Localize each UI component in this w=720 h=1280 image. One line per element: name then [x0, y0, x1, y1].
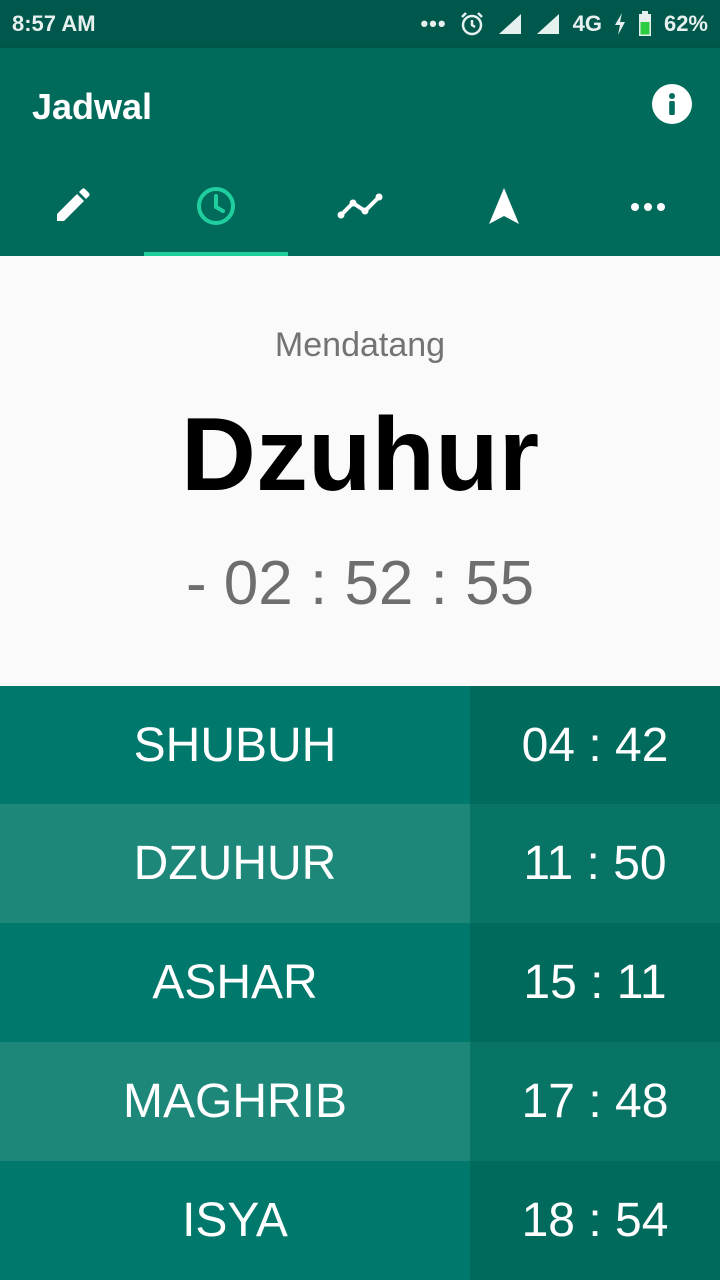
tab-edit[interactable] — [0, 160, 144, 256]
upcoming-prayer-panel: Mendatang Dzuhur - 02 : 52 : 55 — [0, 256, 720, 686]
status-icons: ••• 4G 62% — [420, 11, 708, 37]
tab-more[interactable] — [576, 160, 720, 256]
upcoming-label: Mendatang — [274, 326, 446, 364]
schedule-row-ashar: ASHAR 15 : 11 — [0, 923, 720, 1042]
prayer-name: SHUBUH — [0, 686, 470, 804]
clock-icon — [194, 184, 238, 233]
network-type: 4G — [572, 11, 602, 36]
prayer-time: 15 : 11 — [470, 923, 720, 1042]
pencil-icon — [52, 186, 92, 231]
prayer-schedule-list: SHUBUH 04 : 42 DZUHUR 11 : 50 ASHAR 15 :… — [0, 686, 720, 1280]
prayer-name: ASHAR — [0, 923, 470, 1042]
schedule-row-maghrib: MAGHRIB 17 : 48 — [0, 1042, 720, 1161]
charging-icon — [614, 13, 626, 35]
schedule-row-dzuhur: DZUHUR 11 : 50 — [0, 804, 720, 923]
more-horiz-icon — [630, 199, 666, 217]
prayer-name: MAGHRIB — [0, 1042, 470, 1161]
tab-bar — [0, 160, 720, 256]
signal-icon — [497, 12, 523, 36]
schedule-row-isya: ISYA 18 : 54 — [0, 1161, 720, 1280]
prayer-time: 11 : 50 — [470, 804, 720, 923]
tab-direction[interactable] — [432, 160, 576, 256]
prayer-name: ISYA — [0, 1161, 470, 1280]
upcoming-prayer-name: Dzuhur — [180, 397, 540, 513]
navigation-arrow-icon — [486, 186, 522, 231]
alarm-icon — [459, 11, 485, 37]
page-title: Jadwal — [32, 86, 153, 127]
prayer-time: 18 : 54 — [470, 1161, 720, 1280]
tab-chart[interactable] — [288, 160, 432, 256]
battery-icon — [638, 11, 652, 37]
info-icon[interactable] — [652, 84, 692, 124]
countdown-timer: - 02 : 52 : 55 — [185, 549, 535, 618]
signal-icon — [535, 12, 561, 36]
prayer-time: 17 : 48 — [470, 1042, 720, 1161]
status-bar: 8:57 AM ••• 4G 62% — [0, 0, 720, 48]
status-time: 8:57 AM — [12, 11, 96, 36]
schedule-row-shubuh: SHUBUH 04 : 42 — [0, 686, 720, 804]
tab-schedule[interactable] — [144, 160, 288, 256]
more-dots-icon: ••• — [420, 11, 447, 36]
prayer-time: 04 : 42 — [470, 686, 720, 804]
chart-line-icon — [336, 191, 384, 226]
battery-percent: 62% — [663, 11, 708, 36]
prayer-name: DZUHUR — [0, 804, 470, 923]
app-bar: Jadwal — [0, 48, 720, 256]
